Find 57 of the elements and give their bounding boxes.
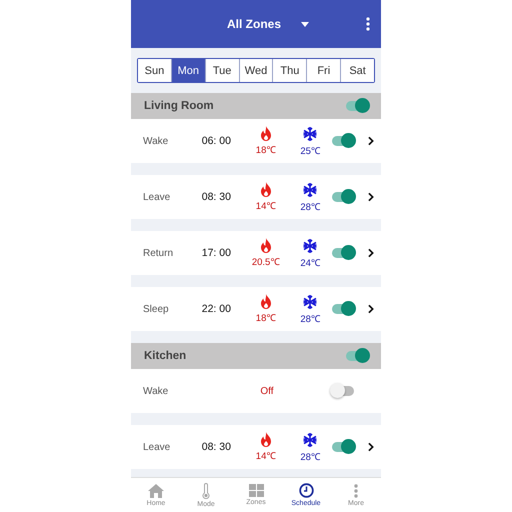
- event-time: 08: 30: [200, 441, 232, 453]
- zone-selector[interactable]: All Zones: [227, 17, 282, 31]
- heat-setpoint: 14℃: [256, 200, 276, 212]
- day-tab[interactable]: Mon: [170, 59, 205, 82]
- cool-setpoint: 28℃: [300, 450, 320, 462]
- event-time: 08: 30: [200, 191, 232, 203]
- home-icon: [148, 484, 164, 498]
- flame-icon: [260, 238, 272, 253]
- more-icon: [354, 484, 358, 498]
- heat-setpoint: 18℃: [256, 312, 276, 324]
- more-icon[interactable]: [366, 17, 370, 31]
- snowflake-icon: [302, 294, 318, 310]
- flame-icon: [260, 182, 272, 197]
- zone-name: Living Room: [144, 100, 214, 112]
- chevron-icon[interactable]: [368, 304, 374, 314]
- toggle-switch[interactable]: [332, 136, 354, 146]
- flame-icon: [260, 432, 272, 447]
- event-time: 17: 00: [200, 247, 232, 259]
- event-name: Sleep: [143, 304, 170, 314]
- snowflake-icon: [302, 126, 318, 142]
- zone-name: Kitchen: [144, 350, 186, 362]
- event-name: Leave: [143, 442, 172, 452]
- flame-icon: [260, 294, 272, 309]
- event-time: 06: 00: [200, 135, 232, 147]
- heat-setpoint: 18℃: [256, 144, 276, 156]
- cool-setpoint: 28℃: [300, 312, 320, 324]
- status-text: Off: [259, 386, 274, 396]
- snowflake-icon: [302, 238, 318, 254]
- toggle-switch[interactable]: [346, 351, 368, 361]
- toggle-switch[interactable]: [332, 304, 354, 314]
- toggle-switch[interactable]: [332, 386, 354, 396]
- chevron-icon[interactable]: [368, 136, 374, 146]
- cool-setpoint: 24℃: [300, 256, 320, 268]
- event-name: Wake: [143, 386, 170, 396]
- heat-setpoint: 14℃: [256, 450, 276, 462]
- event-name: Wake: [143, 136, 170, 146]
- heat-setpoint: 20.5℃: [252, 256, 280, 268]
- grid-icon: [248, 484, 264, 497]
- snowflake-icon: [302, 182, 318, 198]
- event-name: Return: [143, 248, 174, 258]
- chevron-icon[interactable]: [368, 442, 374, 452]
- thermometer-icon: [202, 482, 210, 498]
- snowflake-icon: [302, 432, 318, 448]
- toggle-switch[interactable]: [332, 192, 354, 202]
- clock-icon: [298, 483, 314, 498]
- chevron-icon[interactable]: [368, 248, 374, 258]
- chevron-icon[interactable]: [368, 192, 374, 202]
- toggle-switch[interactable]: [332, 442, 354, 452]
- event-time: 22: 00: [200, 303, 232, 315]
- toggle-switch[interactable]: [332, 248, 354, 258]
- caret-icon[interactable]: [301, 22, 310, 26]
- day-tab[interactable]: Sat: [340, 59, 374, 82]
- cool-setpoint: 28℃: [300, 200, 320, 212]
- toggle-switch[interactable]: [346, 101, 368, 111]
- event-name: Leave: [143, 192, 172, 202]
- flame-icon: [260, 126, 272, 141]
- cool-setpoint: 25℃: [300, 144, 320, 156]
